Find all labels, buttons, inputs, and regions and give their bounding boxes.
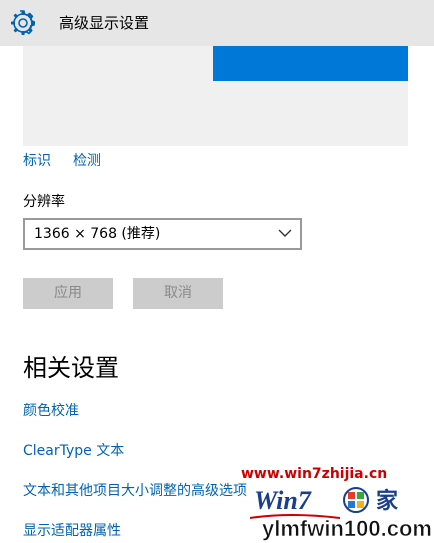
resolution-value: 1366 × 768 (推荐) xyxy=(34,226,161,242)
svg-text:家: 家 xyxy=(376,488,399,513)
cleartype-text-link[interactable]: ClearType 文本 xyxy=(23,442,124,460)
title-bar: 高级显示设置 xyxy=(0,0,434,46)
monitor-tile[interactable] xyxy=(213,46,408,81)
cancel-button[interactable]: 取消 xyxy=(133,278,223,309)
display-arrangement-area xyxy=(23,46,408,146)
svg-text:Win7: Win7 xyxy=(254,486,312,515)
display-adapter-properties-link[interactable]: 显示适配器属性 xyxy=(23,522,121,540)
related-settings-heading: 相关设置 xyxy=(23,354,119,382)
resolution-dropdown[interactable]: 1366 × 768 (推荐) xyxy=(23,218,302,250)
advanced-text-sizing-link[interactable]: 文本和其他项目大小调整的高级选项 xyxy=(23,482,247,500)
gear-icon[interactable] xyxy=(10,10,36,36)
detect-link[interactable]: 检测 xyxy=(73,152,101,170)
identify-link[interactable]: 标识 xyxy=(23,152,51,170)
apply-button[interactable]: 应用 xyxy=(23,278,113,309)
resolution-label: 分辨率 xyxy=(23,194,65,210)
watermark-url: www.win7zhijia.cn xyxy=(241,466,388,482)
svg-text:ylmfwin100.com: ylmfwin100.com xyxy=(262,516,432,541)
page-title: 高级显示设置 xyxy=(59,14,150,32)
chevron-down-icon xyxy=(278,229,292,237)
color-calibration-link[interactable]: 颜色校准 xyxy=(23,402,79,420)
watermark-logo: Win7 家 ylmfwin100.com xyxy=(250,486,432,541)
